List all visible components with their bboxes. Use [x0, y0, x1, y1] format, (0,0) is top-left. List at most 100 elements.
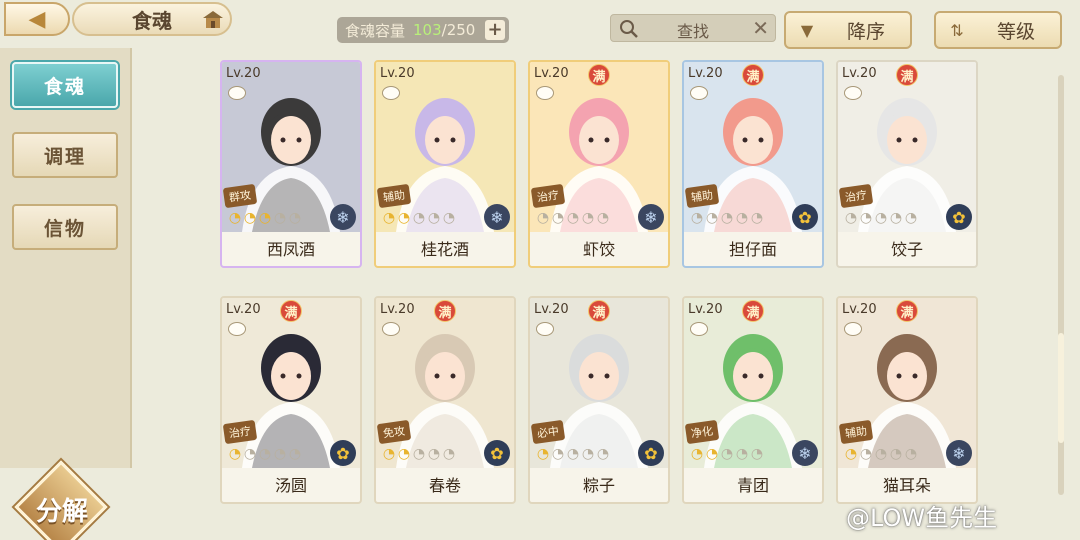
level-label: Lv.20 [534, 302, 569, 317]
star-icon: ◔ [705, 446, 719, 462]
sort-field-button[interactable]: ⇅ 等级 [934, 11, 1062, 49]
max-level-badge: 满 [434, 300, 456, 322]
sidebar: 食魂 调理 信物 分解 [0, 38, 136, 540]
scrollbar[interactable] [1058, 75, 1064, 495]
flower-icon: ✿ [638, 440, 664, 466]
max-level-badge: 满 [588, 300, 610, 322]
food-soul-grid: Lv.20 群攻 ◔ ◔ ◔ ◔ ◔ ❄ 西凤酒 Lv.20 辅助 ◔ ◔ ◔ ◔ ◔ ❄ 桂花酒 Lv.20 满治疗… [220, 60, 980, 504]
clear-search-button[interactable]: ✕ [752, 16, 769, 40]
star-icon: ◔ [844, 210, 858, 226]
capacity-display: 食魂容量 103 /250 + [337, 17, 509, 43]
food-soul-name: 桂花酒 [420, 240, 469, 259]
search-placeholder: 查找 [676, 22, 709, 41]
level-label: Lv.20 [842, 302, 877, 317]
speech-bubble-icon [844, 322, 862, 336]
star-icon: ◔ [258, 210, 272, 226]
max-level-badge: 满 [742, 300, 764, 322]
sort-order-button[interactable]: ▼ 降序 [784, 11, 912, 49]
star-icon: ◔ [397, 210, 411, 226]
star-icon: ◔ [442, 210, 456, 226]
star-icon: ◔ [382, 446, 396, 462]
food-soul-card[interactable]: Lv.20 满净化 ◔ ◔ ◔ ◔ ◔ ❄ 青团 [682, 296, 824, 504]
star-icon: ◔ [442, 446, 456, 462]
max-level-badge: 满 [896, 300, 918, 322]
food-soul-name: 粽子 [582, 476, 615, 495]
star-icon: ◔ [566, 446, 580, 462]
flower-icon: ✿ [946, 204, 972, 230]
capacity-total: /250 [441, 21, 476, 39]
star-icon: ◔ [536, 210, 550, 226]
sidebar-item-tokens[interactable]: 信物 [12, 204, 118, 250]
food-soul-card[interactable]: Lv.20 满免攻 ◔ ◔ ◔ ◔ ◔ ✿ 春卷 [374, 296, 516, 504]
food-soul-card[interactable]: Lv.20 满治疗 ◔ ◔ ◔ ◔ ◔ ❄ 虾饺 [528, 60, 670, 268]
star-rating: ◔ ◔ ◔ ◔ ◔ [536, 210, 610, 226]
speech-bubble-icon [382, 86, 400, 100]
star-icon: ◔ [551, 210, 565, 226]
food-soul-card[interactable]: Lv.20 满治疗 ◔ ◔ ◔ ◔ ◔ ✿ 汤圆 [220, 296, 362, 504]
star-icon: ◔ [412, 446, 426, 462]
star-icon: ◔ [551, 446, 565, 462]
level-label: Lv.20 [688, 66, 723, 81]
capacity-label: 食魂容量 [345, 21, 406, 40]
star-icon: ◔ [690, 446, 704, 462]
star-rating: ◔ ◔ ◔ ◔ ◔ [228, 210, 302, 226]
flower-icon: ✿ [330, 440, 356, 466]
star-icon: ◔ [844, 446, 858, 462]
star-icon: ◔ [735, 210, 749, 226]
flower-icon: ✿ [484, 440, 510, 466]
decompose-button[interactable]: 分解 [14, 460, 110, 540]
back-button[interactable]: ◀ [4, 2, 70, 36]
food-soul-name: 汤圆 [274, 476, 307, 495]
star-icon: ◔ [904, 210, 918, 226]
star-icon: ◔ [596, 210, 610, 226]
star-icon: ◔ [859, 210, 873, 226]
flower-icon: ✿ [792, 204, 818, 230]
speech-bubble-icon [382, 322, 400, 336]
max-level-badge: 满 [280, 300, 302, 322]
star-rating: ◔ ◔ ◔ ◔ ◔ [536, 446, 610, 462]
food-soul-card[interactable]: Lv.20 满必中 ◔ ◔ ◔ ◔ ◔ ✿ 粽子 [528, 296, 670, 504]
max-level-badge: 满 [588, 64, 610, 86]
food-soul-card[interactable]: Lv.20 满辅助 ◔ ◔ ◔ ◔ ◔ ❄ 猫耳朵 [836, 296, 978, 504]
speech-bubble-icon [690, 322, 708, 336]
food-soul-card[interactable]: Lv.20 满治疗 ◔ ◔ ◔ ◔ ◔ ✿ 饺子 [836, 60, 978, 268]
snowflake-icon: ❄ [946, 440, 972, 466]
back-arrow-icon: ◀ [28, 6, 46, 32]
level-label: Lv.20 [380, 302, 415, 317]
star-icon: ◔ [859, 446, 873, 462]
star-rating: ◔ ◔ ◔ ◔ ◔ [382, 446, 456, 462]
food-soul-card[interactable]: Lv.20 群攻 ◔ ◔ ◔ ◔ ◔ ❄ 西凤酒 [220, 60, 362, 268]
pavilion-icon[interactable] [200, 8, 226, 32]
star-icon: ◔ [581, 446, 595, 462]
sidebar-item-conditioning[interactable]: 调理 [12, 132, 118, 178]
watermark: @LOW鱼先生 [846, 504, 998, 532]
level-label: Lv.20 [226, 302, 261, 317]
level-label: Lv.20 [534, 66, 569, 81]
star-rating: ◔ ◔ ◔ ◔ ◔ [228, 446, 302, 462]
snowflake-icon: ❄ [484, 204, 510, 230]
decompose-label: 分解 [35, 496, 88, 527]
speech-bubble-icon [844, 86, 862, 100]
level-label: Lv.20 [226, 66, 261, 81]
level-label: Lv.20 [688, 302, 723, 317]
add-capacity-button[interactable]: + [485, 20, 505, 40]
food-soul-card[interactable]: Lv.20 辅助 ◔ ◔ ◔ ◔ ◔ ❄ 桂花酒 [374, 60, 516, 268]
food-soul-name: 猫耳朵 [882, 476, 931, 495]
search-input[interactable]: 查找 ✕ [610, 14, 776, 42]
star-rating: ◔ ◔ ◔ ◔ ◔ [690, 210, 764, 226]
scrollbar-thumb[interactable] [1058, 333, 1064, 443]
food-soul-card[interactable]: Lv.20 满辅助 ◔ ◔ ◔ ◔ ◔ ✿ 担仔面 [682, 60, 824, 268]
food-soul-name: 饺子 [890, 240, 923, 259]
sidebar-item-food-souls[interactable]: 食魂 [12, 62, 118, 108]
star-icon: ◔ [720, 446, 734, 462]
star-icon: ◔ [874, 446, 888, 462]
star-icon: ◔ [874, 210, 888, 226]
star-icon: ◔ [243, 446, 257, 462]
star-icon: ◔ [427, 446, 441, 462]
star-icon: ◔ [228, 446, 242, 462]
star-icon: ◔ [288, 446, 302, 462]
max-level-badge: 满 [742, 64, 764, 86]
sort-field-label: 等级 [996, 20, 1035, 43]
level-label: Lv.20 [380, 66, 415, 81]
speech-bubble-icon [536, 86, 554, 100]
